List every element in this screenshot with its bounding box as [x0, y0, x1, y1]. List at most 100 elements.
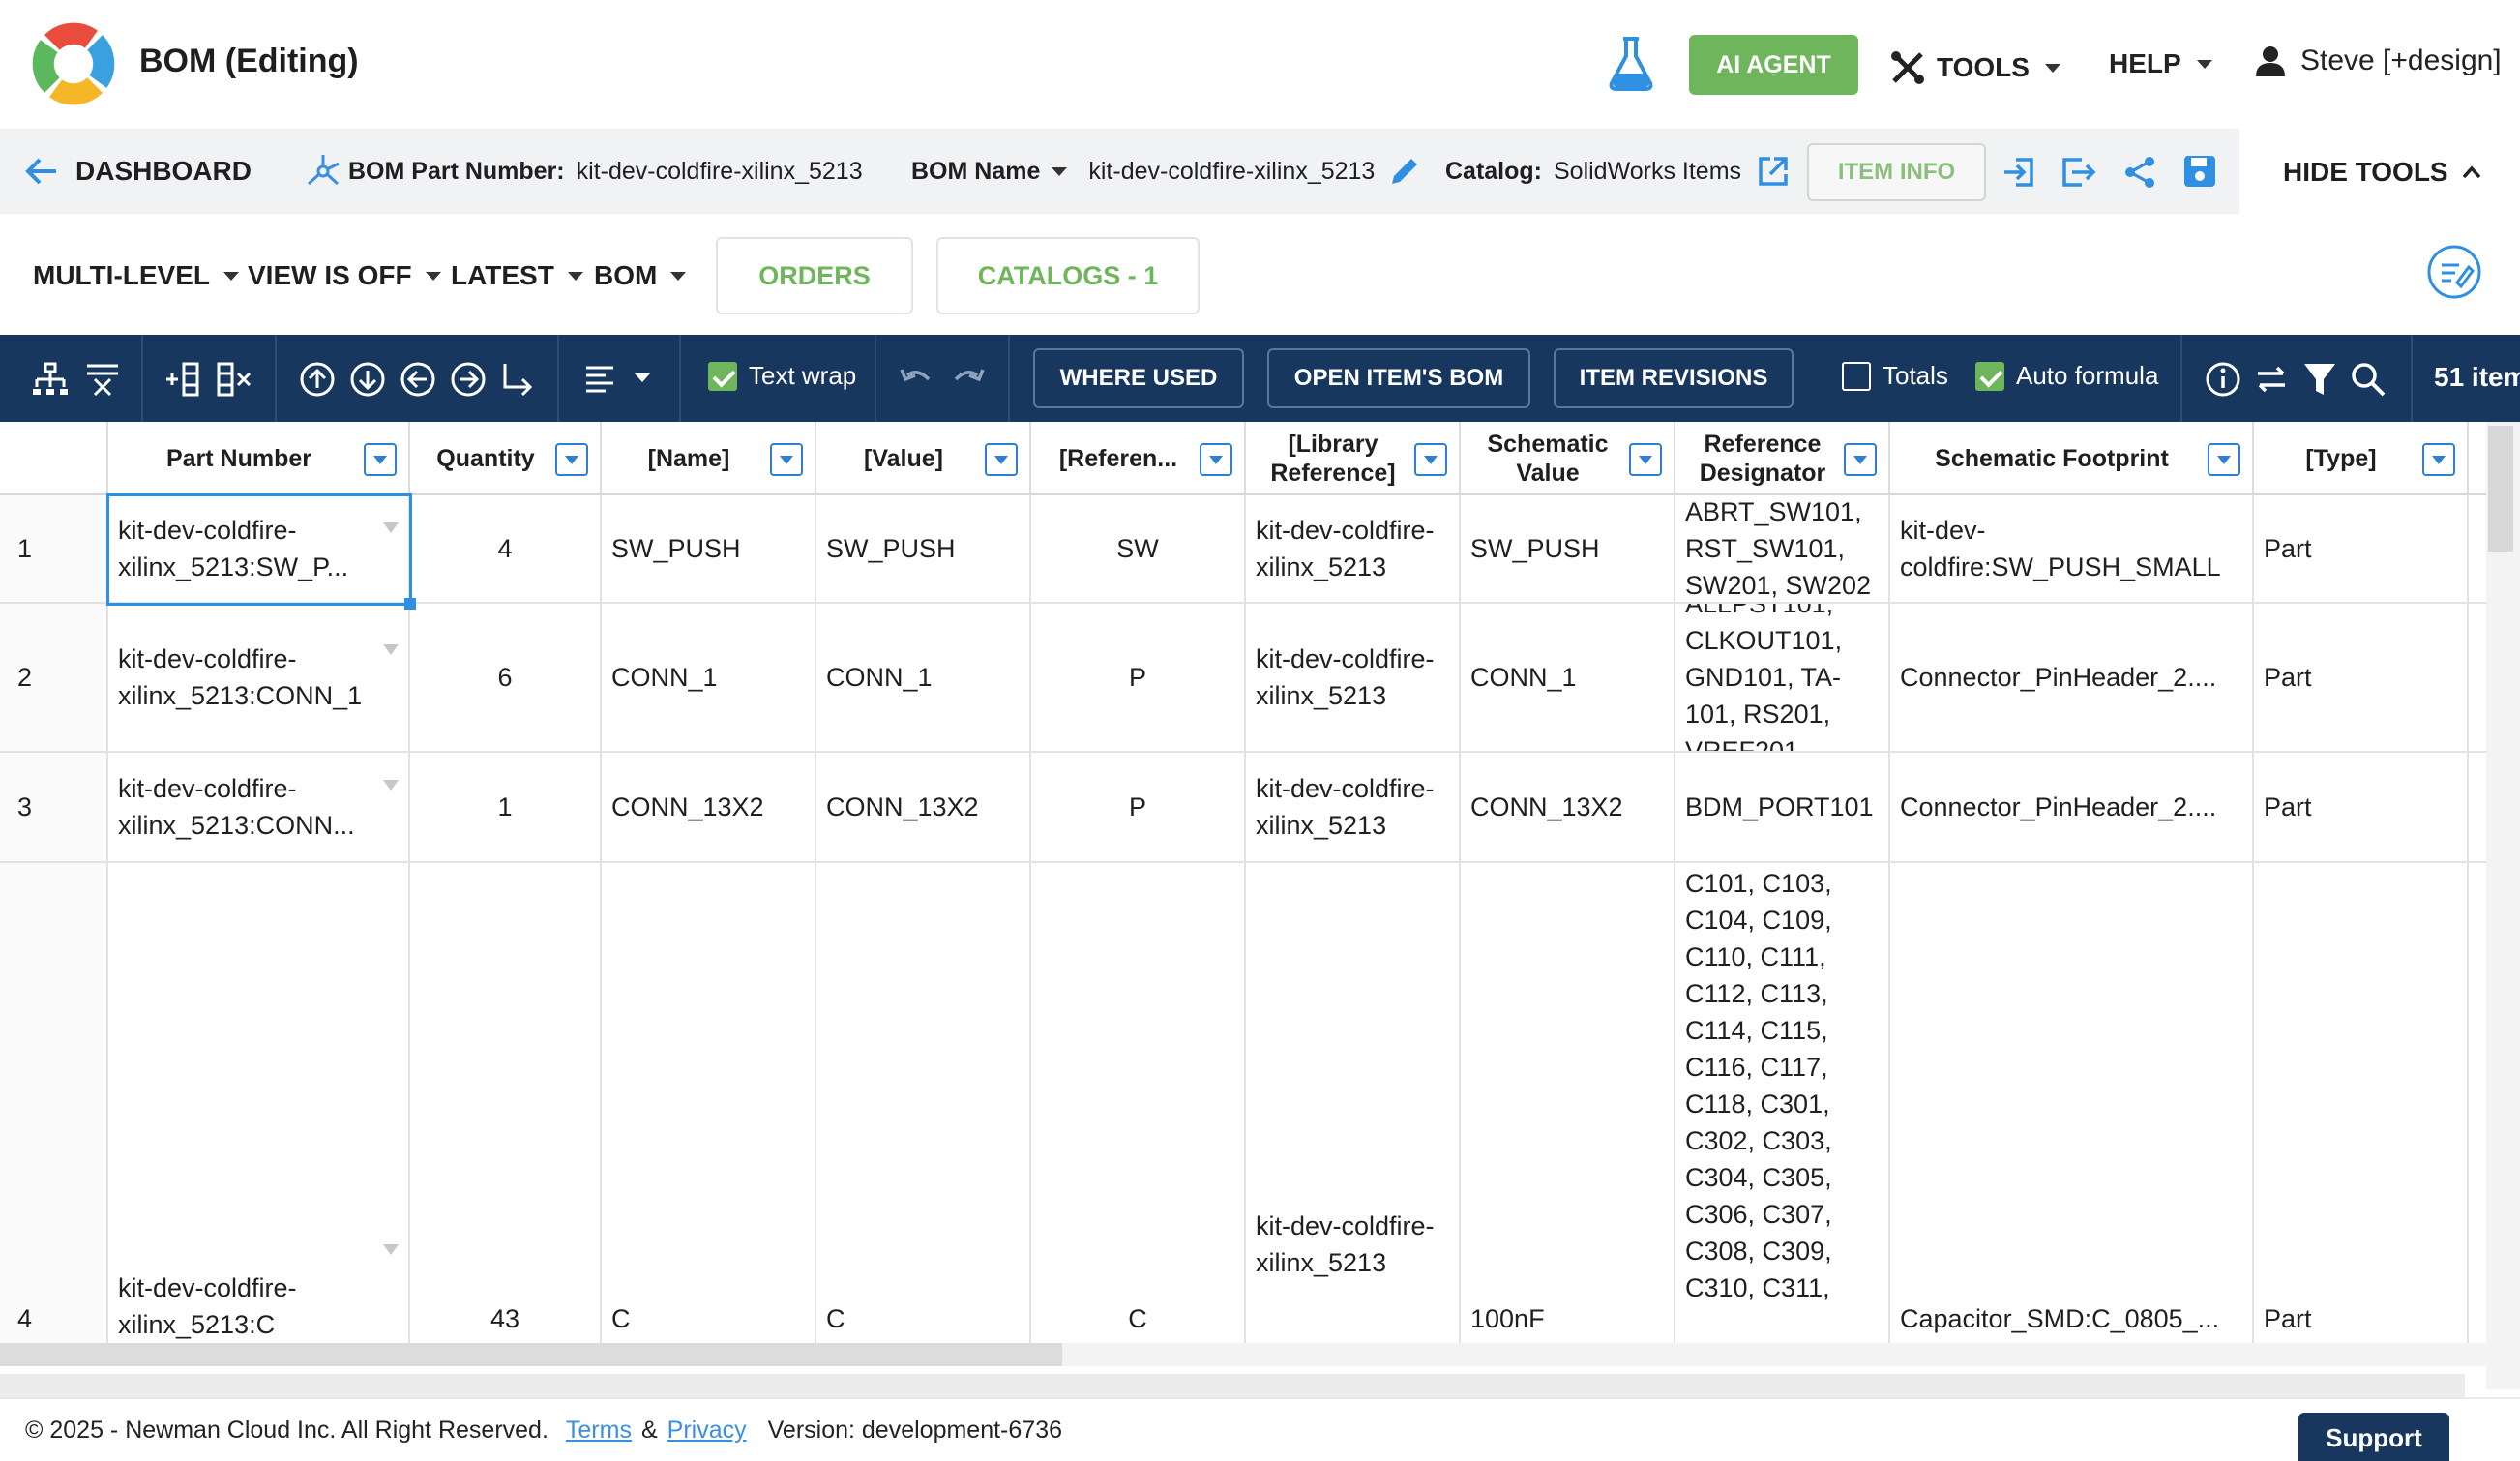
- swap-icon[interactable]: [2252, 360, 2291, 399]
- reference-designator-cell[interactable]: ABRT_SW101, RST_SW101, SW201, SW202: [1675, 495, 1890, 602]
- vertical-scrollbar[interactable]: [2486, 422, 2520, 1389]
- bom-type-menu[interactable]: BOM: [594, 260, 687, 291]
- library-reference-cell[interactable]: kit-dev-coldfire-xilinx_5213: [1246, 495, 1461, 602]
- vertical-scroll-thumb[interactable]: [2488, 426, 2513, 552]
- auto-formula-toggle[interactable]: Auto formula: [1975, 361, 2158, 391]
- column-filter-icon[interactable]: [1844, 443, 1877, 476]
- chevron-down-icon[interactable]: [383, 522, 399, 533]
- insert-row-icon[interactable]: [164, 360, 203, 399]
- undo-icon[interactable]: [898, 360, 936, 399]
- expand-tree-icon[interactable]: [31, 360, 70, 399]
- share-icon[interactable]: [2122, 155, 2157, 190]
- catalogs-tab[interactable]: CATALOGS - 1: [936, 237, 1200, 314]
- import-icon[interactable]: [2002, 156, 2035, 189]
- child-arrow-icon[interactable]: [497, 360, 536, 399]
- schematic-value-cell[interactable]: 100nF: [1461, 863, 1675, 1343]
- delete-row-icon[interactable]: [215, 360, 253, 399]
- column-header[interactable]: [Value]: [816, 422, 1031, 495]
- text-wrap-toggle[interactable]: Text wrap: [708, 361, 856, 391]
- open-items-bom-button[interactable]: OPEN ITEM'S BOM: [1267, 348, 1530, 408]
- save-icon[interactable]: [2182, 154, 2217, 189]
- column-filter-icon[interactable]: [2208, 443, 2240, 476]
- collapse-tree-icon[interactable]: [83, 360, 122, 399]
- value-cell[interactable]: SW_PUSH: [816, 495, 1031, 602]
- chevron-down-icon[interactable]: [1052, 166, 1068, 176]
- part-number-cell[interactable]: kit-dev-coldfire-xilinx_5213:CONN...: [108, 753, 410, 861]
- hide-tools-button[interactable]: HIDE TOOLS: [2283, 157, 2481, 188]
- user-menu[interactable]: Steve [+design]: [2256, 45, 2502, 77]
- table-row[interactable]: 4 kit-dev-coldfire-xilinx_5213:C 43 C C …: [0, 863, 2486, 1343]
- help-menu[interactable]: HELP: [2109, 48, 2212, 79]
- reference-designator-cell[interactable]: C101, C103, C104, C109, C110, C111, C112…: [1675, 863, 1890, 1343]
- export-icon[interactable]: [2060, 156, 2097, 189]
- column-filter-icon[interactable]: [1414, 443, 1447, 476]
- revision-menu[interactable]: LATEST: [451, 260, 583, 291]
- view-menu[interactable]: VIEW IS OFF: [248, 260, 441, 291]
- fill-handle[interactable]: [404, 598, 416, 610]
- search-icon[interactable]: [2349, 360, 2387, 399]
- part-number-cell[interactable]: kit-dev-coldfire-xilinx_5213:CONN_1: [108, 604, 410, 751]
- library-reference-cell[interactable]: kit-dev-coldfire-xilinx_5213: [1246, 863, 1461, 1343]
- part-number-cell[interactable]: kit-dev-coldfire-xilinx_5213:C: [108, 863, 410, 1343]
- name-cell[interactable]: C: [602, 863, 816, 1343]
- type-cell[interactable]: Part: [2254, 604, 2469, 751]
- name-cell[interactable]: SW_PUSH: [602, 495, 816, 602]
- quantity-cell[interactable]: 1: [410, 753, 602, 861]
- reference-cell[interactable]: P: [1031, 753, 1246, 861]
- reference-cell[interactable]: SW: [1031, 495, 1246, 602]
- quantity-cell[interactable]: 4: [410, 495, 602, 602]
- flask-icon[interactable]: [1604, 35, 1658, 93]
- tools-menu[interactable]: TOOLS: [1888, 48, 2060, 87]
- schematic-value-cell[interactable]: CONN_1: [1461, 604, 1675, 751]
- schematic-footprint-cell[interactable]: Capacitor_SMD:C_0805_...: [1890, 863, 2254, 1343]
- item-revisions-button[interactable]: ITEM REVISIONS: [1554, 348, 1794, 408]
- table-row[interactable]: 3 kit-dev-coldfire-xilinx_5213:CONN... 1…: [0, 753, 2486, 863]
- column-header[interactable]: [Referen...: [1031, 422, 1246, 495]
- move-up-icon[interactable]: [298, 360, 337, 399]
- column-filter-icon[interactable]: [364, 443, 397, 476]
- value-cell[interactable]: CONN_13X2: [816, 753, 1031, 861]
- bom-name-label[interactable]: BOM Name: [911, 158, 1040, 186]
- privacy-link[interactable]: Privacy: [667, 1416, 747, 1445]
- app-logo-icon[interactable]: [29, 19, 118, 108]
- column-filter-icon[interactable]: [2422, 443, 2455, 476]
- chevron-down-icon[interactable]: [383, 644, 399, 655]
- schematic-footprint-cell[interactable]: Connector_PinHeader_2....: [1890, 753, 2254, 861]
- name-cell[interactable]: CONN_13X2: [602, 753, 816, 861]
- align-icon[interactable]: [582, 360, 621, 399]
- type-cell[interactable]: Part: [2254, 863, 2469, 1343]
- dashboard-back-link[interactable]: DASHBOARD: [25, 129, 252, 214]
- schematic-value-cell[interactable]: SW_PUSH: [1461, 495, 1675, 602]
- where-used-button[interactable]: WHERE USED: [1033, 348, 1244, 408]
- move-down-icon[interactable]: [348, 360, 387, 399]
- terms-link[interactable]: Terms: [566, 1416, 632, 1445]
- column-header[interactable]: [Type]: [2254, 422, 2469, 495]
- quantity-cell[interactable]: 6: [410, 604, 602, 751]
- reference-designator-cell[interactable]: BDM_PORT101: [1675, 753, 1890, 861]
- indent-icon[interactable]: [449, 360, 488, 399]
- table-row[interactable]: 2 kit-dev-coldfire-xilinx_5213:CONN_1 6 …: [0, 604, 2486, 753]
- reference-designator-cell[interactable]: ALLPST101, CLKOUT101, GND101, TA-101, RS…: [1675, 604, 1890, 751]
- value-cell[interactable]: CONN_1: [816, 604, 1031, 751]
- totals-toggle[interactable]: Totals: [1842, 361, 1948, 391]
- column-filter-icon[interactable]: [555, 443, 588, 476]
- edit-notes-icon[interactable]: [2426, 244, 2482, 300]
- outdent-icon[interactable]: [399, 360, 437, 399]
- chevron-down-icon[interactable]: [383, 1244, 399, 1255]
- schematic-footprint-cell[interactable]: kit-dev-coldfire:SW_PUSH_SMALL: [1890, 495, 2254, 602]
- filter-icon[interactable]: [2300, 360, 2339, 399]
- orders-tab[interactable]: ORDERS: [716, 237, 913, 314]
- quantity-cell[interactable]: 43: [410, 863, 602, 1343]
- value-cell[interactable]: C: [816, 863, 1031, 1343]
- reference-cell[interactable]: P: [1031, 604, 1246, 751]
- external-link-icon[interactable]: [1757, 155, 1790, 188]
- column-header[interactable]: Schematic Footprint: [1890, 422, 2254, 495]
- library-reference-cell[interactable]: kit-dev-coldfire-xilinx_5213: [1246, 604, 1461, 751]
- type-cell[interactable]: Part: [2254, 495, 2469, 602]
- column-filter-icon[interactable]: [770, 443, 803, 476]
- reference-cell[interactable]: C: [1031, 863, 1246, 1343]
- info-icon[interactable]: [2204, 360, 2242, 399]
- column-header[interactable]: Reference Designator: [1675, 422, 1890, 495]
- column-filter-icon[interactable]: [1200, 443, 1232, 476]
- redo-icon[interactable]: [948, 360, 987, 399]
